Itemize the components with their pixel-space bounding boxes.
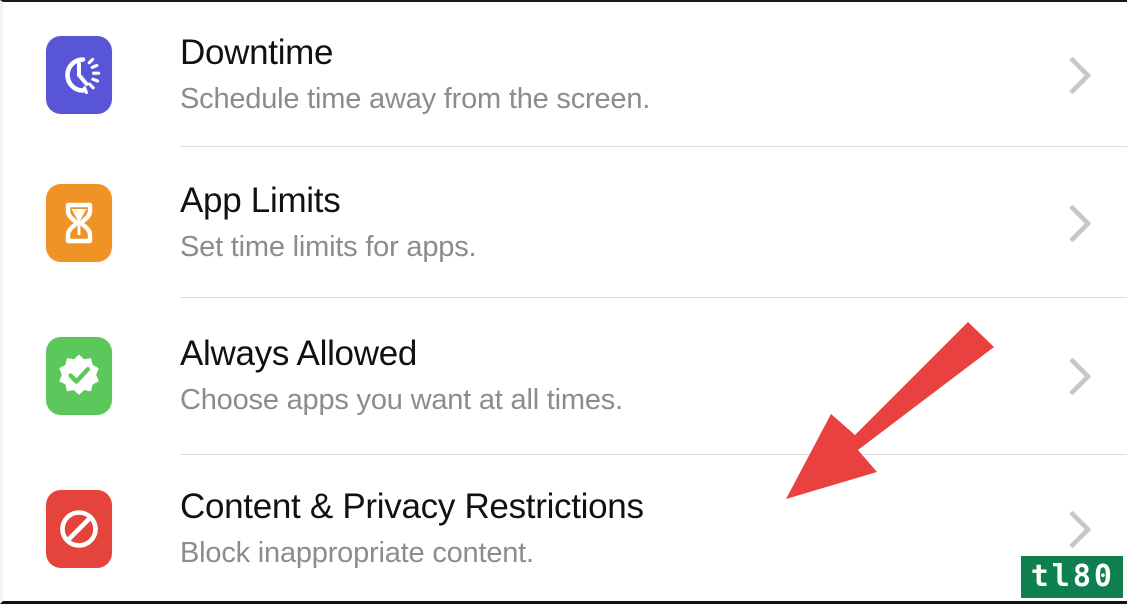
settings-row-title: Downtime — [180, 32, 334, 72]
settings-row-subtitle: Schedule time away from the screen. — [180, 82, 651, 115]
settings-row-text: Downtime Schedule time away from the scr… — [180, 32, 1045, 118]
chevron-right-icon[interactable] — [1045, 48, 1099, 102]
hourglass-icon — [46, 183, 112, 262]
badge-check-icon — [46, 337, 112, 415]
settings-row-title: App Limits — [180, 180, 341, 220]
settings-row-content-privacy-restrictions[interactable]: Content & Privacy Restrictions Block ina… — [3, 455, 1127, 601]
watermark-text: tl80 — [1030, 559, 1115, 594]
chevron-right-icon[interactable] — [1045, 502, 1099, 556]
settings-row-title: Always Allowed — [180, 334, 418, 373]
screenshot-root: Downtime Schedule time away from the scr… — [0, 0, 1127, 604]
settings-row-text: App Limits Set time limits for apps. — [180, 180, 1045, 266]
settings-row-subtitle: Choose apps you want at all times. — [180, 384, 623, 416]
no-entry-icon — [46, 490, 112, 568]
settings-row-app-limits[interactable]: App Limits Set time limits for apps. — [3, 147, 1127, 298]
settings-row-subtitle: Set time limits for apps. — [180, 230, 477, 263]
settings-row-text: Always Allowed Choose apps you want at a… — [180, 333, 1045, 419]
chevron-right-icon[interactable] — [1045, 196, 1099, 250]
settings-list: Downtime Schedule time away from the scr… — [3, 2, 1127, 601]
settings-row-always-allowed[interactable]: Always Allowed Choose apps you want at a… — [3, 298, 1127, 454]
settings-row-downtime[interactable]: Downtime Schedule time away from the scr… — [3, 2, 1127, 147]
settings-row-text: Content & Privacy Restrictions Block ina… — [180, 486, 1045, 572]
settings-row-subtitle: Block inappropriate content. — [180, 537, 534, 569]
settings-row-title: Content & Privacy Restrictions — [180, 487, 644, 526]
watermark: tl80 — [1020, 556, 1123, 598]
chevron-right-icon[interactable] — [1045, 349, 1099, 403]
downtime-icon — [46, 35, 112, 114]
